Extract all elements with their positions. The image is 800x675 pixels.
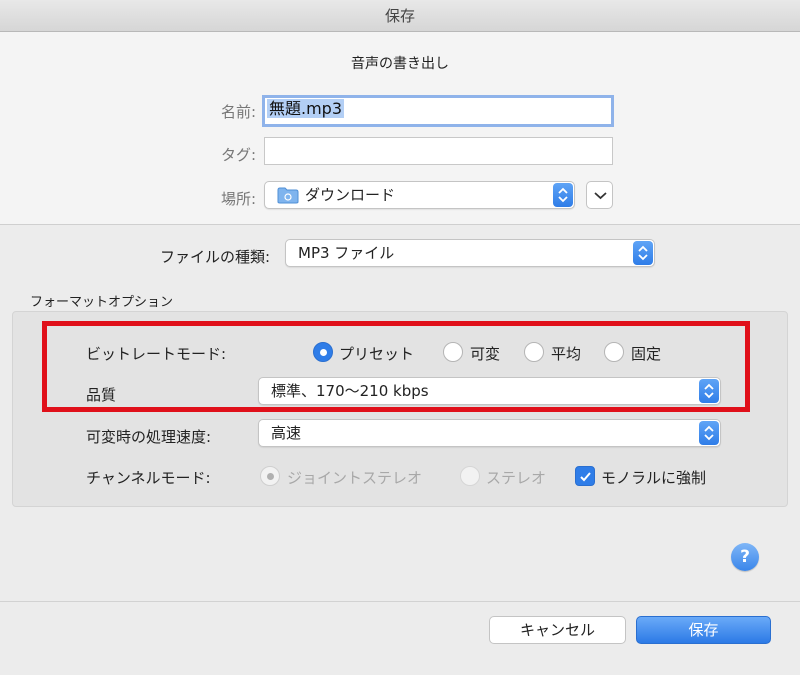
checkmark-icon [580, 472, 591, 482]
vbr-speed-stepper [699, 421, 719, 445]
expand-button[interactable] [586, 181, 613, 209]
tag-label: タグ: [220, 146, 256, 164]
save-button[interactable]: 保存 [636, 616, 771, 644]
cancel-button[interactable]: キャンセル [489, 616, 626, 644]
filetype-label: ファイルの種類: [159, 248, 270, 266]
radio-joint-stereo-label: ジョイントステレオ [287, 469, 423, 487]
tag-field[interactable] [264, 137, 613, 165]
window-titlebar: 保存 [0, 0, 800, 32]
location-value: ダウンロード [305, 186, 396, 204]
location-label: 場所: [220, 190, 256, 208]
filetype-value: MP3 ファイル [298, 244, 395, 262]
name-label: 名前: [220, 103, 256, 121]
radio-stereo[interactable] [460, 466, 480, 486]
channel-mode-label: チャンネルモード: [86, 469, 211, 487]
chevron-down-icon [594, 192, 607, 200]
vbr-speed-label: 可変時の処理速度: [86, 428, 212, 446]
highlight-frame [42, 321, 750, 412]
vbr-speed-value: 高速 [271, 424, 302, 442]
name-field-value: 無題.mp3 [267, 99, 345, 118]
folder-icon [277, 187, 299, 204]
dialog-subtitle: 音声の書き出し [351, 56, 449, 72]
location-stepper [553, 183, 573, 207]
help-button[interactable]: ? [731, 543, 759, 571]
radio-stereo-label: ステレオ [486, 469, 547, 487]
filetype-popup[interactable]: MP3 ファイル [285, 239, 655, 267]
name-field[interactable]: 無題.mp3 [262, 95, 614, 127]
filetype-stepper [633, 241, 653, 265]
radio-joint-stereo[interactable] [260, 466, 280, 486]
window-title: 保存 [384, 7, 415, 25]
footer-divider [0, 601, 800, 602]
vbr-speed-popup[interactable]: 高速 [258, 419, 721, 447]
location-popup[interactable]: ダウンロード [264, 181, 575, 209]
format-options-title: フォーマットオプション [30, 295, 174, 310]
force-mono-label: モノラルに強制 [601, 469, 707, 487]
force-mono-checkbox[interactable] [575, 466, 595, 486]
